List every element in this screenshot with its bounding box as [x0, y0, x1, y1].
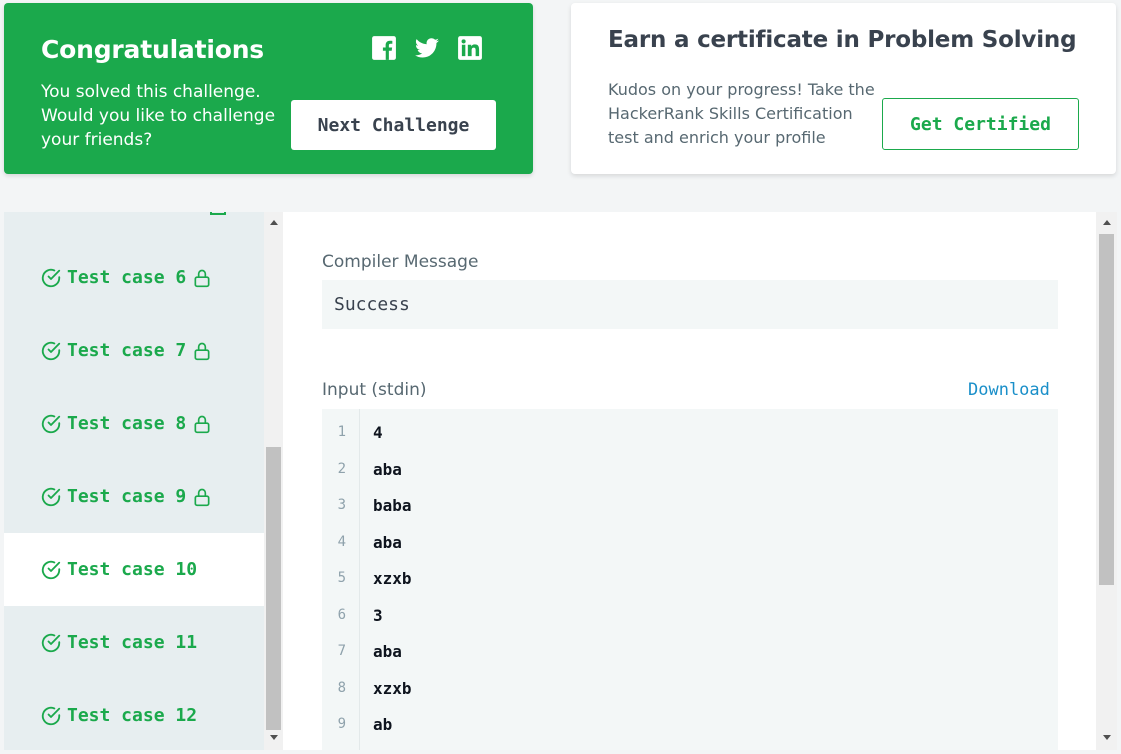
testcase-output: Compiler Message Success Input (stdin) D…: [283, 212, 1096, 750]
line-value: ab: [373, 714, 393, 734]
line-value: 4: [373, 422, 383, 442]
input-label: Input (stdin): [322, 380, 427, 400]
scrollbar-thumb[interactable]: [266, 447, 281, 730]
scroll-down-arrow-icon[interactable]: [270, 735, 278, 740]
next-challenge-button[interactable]: Next Challenge: [291, 100, 496, 150]
line-value: aba: [373, 641, 402, 661]
scrollbar-thumb[interactable]: [1099, 234, 1114, 585]
testcase-item-12[interactable]: Test case 12: [4, 679, 264, 750]
check-circle-icon: [41, 341, 61, 360]
certificate-message: Kudos on your progress! Take the HackerR…: [608, 80, 875, 147]
congratulations-card: Congratulations You solved this challeng…: [4, 3, 533, 174]
scroll-up-arrow-icon[interactable]: [1103, 220, 1111, 225]
twitter-icon[interactable]: [414, 35, 440, 61]
line-number: 5: [337, 570, 346, 586]
certificate-title: Earn a certificate in Problem Solving: [608, 27, 1077, 53]
code-line: 4 aba: [322, 524, 402, 560]
stdin-code-block: 14 2 aba 3 baba 4 aba 5 xzxb 63 7 aba 8 xzxb 9…: [322, 409, 1058, 750]
code-line: 8 xzxb: [322, 670, 412, 706]
lock-icon: [194, 342, 210, 360]
testcase-label: Test case 8: [67, 413, 187, 434]
content-scrollbar[interactable]: [1096, 212, 1117, 750]
testcase-label: Test case 12: [67, 705, 198, 726]
line-number: 1: [337, 424, 346, 440]
line-number: 9: [337, 716, 346, 732]
testcase-label: Test case 11: [67, 632, 198, 653]
facebook-icon[interactable]: [371, 35, 397, 61]
line-number: 3: [337, 497, 346, 513]
testcase-item-9[interactable]: Test case 9: [4, 460, 264, 533]
testcase-sidebar[interactable]: Test case 6 Test case 7 Test case 8 Test…: [4, 212, 264, 750]
check-circle-icon: [41, 414, 61, 433]
check-circle-icon: [41, 268, 61, 287]
congrats-message: You solved this challenge. Would you lik…: [41, 82, 276, 150]
testcase-label: Test case 7: [67, 340, 187, 361]
check-circle-icon: [41, 560, 61, 579]
code-line: 3 baba: [322, 487, 412, 523]
line-value: xzxb: [373, 568, 412, 588]
testcase-label: Test case 10: [67, 559, 198, 580]
certificate-card: Earn a certificate in Problem Solving Ku…: [571, 3, 1116, 174]
compiler-message-box: Success: [322, 280, 1058, 329]
line-value: aba: [373, 532, 402, 552]
line-value: 3: [373, 605, 383, 625]
line-number: 7: [337, 643, 346, 659]
check-circle-icon: [41, 706, 61, 725]
line-number: 4: [337, 534, 346, 550]
lock-icon: [194, 488, 210, 506]
testcase-item-6[interactable]: Test case 6: [4, 241, 264, 314]
congrats-title: Congratulations: [41, 35, 264, 64]
code-line: 14: [322, 414, 383, 450]
compiler-message-value: Success: [334, 294, 410, 315]
check-circle-icon: [41, 487, 61, 506]
get-certified-button[interactable]: Get Certified: [882, 98, 1079, 150]
code-line: 5 xzxb: [322, 560, 412, 596]
line-value: baba: [373, 495, 412, 515]
line-value: xzxb: [373, 678, 412, 698]
testcase-item-8[interactable]: Test case 8: [4, 387, 264, 460]
compiler-message-label: Compiler Message: [322, 252, 479, 272]
line-number: 6: [337, 607, 346, 623]
lock-icon: [194, 269, 210, 287]
testcase-item-11[interactable]: Test case 11: [4, 606, 264, 679]
hackerrank-results-page: Congratulations You solved this challeng…: [0, 0, 1121, 754]
sidebar-scrollbar[interactable]: [264, 212, 283, 750]
line-number: 8: [337, 680, 346, 696]
code-line: 63: [322, 597, 383, 633]
download-link[interactable]: Download: [968, 380, 1050, 400]
lock-icon: [210, 212, 226, 215]
testcase-item-10[interactable]: Test case 10: [4, 533, 264, 606]
line-value: aba: [373, 459, 402, 479]
code-line: 9 ab: [322, 706, 393, 742]
testcase-label: Test case 6: [67, 267, 187, 288]
lock-icon: [194, 415, 210, 433]
scroll-up-arrow-icon[interactable]: [270, 220, 278, 225]
check-circle-icon: [41, 633, 61, 652]
code-line: 2 aba: [322, 451, 402, 487]
testcase-item-7[interactable]: Test case 7: [4, 314, 264, 387]
testcase-label: Test case 9: [67, 486, 187, 507]
line-number: 2: [337, 461, 346, 477]
code-line: 7 aba: [322, 633, 402, 669]
results-panel: Test case 6 Test case 7 Test case 8 Test…: [4, 212, 1117, 750]
linkedin-icon[interactable]: [457, 35, 483, 61]
scroll-down-arrow-icon[interactable]: [1103, 735, 1111, 740]
